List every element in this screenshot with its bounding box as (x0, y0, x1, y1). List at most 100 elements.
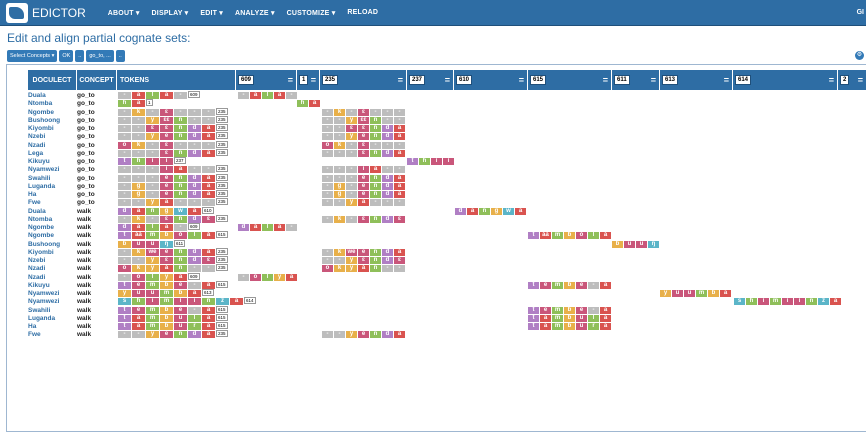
aligned-segment[interactable]: - (322, 125, 333, 132)
align-menu-icon[interactable]: = (603, 75, 608, 85)
aligned-segment[interactable]: k (334, 248, 345, 256)
token-segment[interactable]: ɛ (146, 125, 159, 132)
aligned-segment[interactable]: - (322, 108, 333, 116)
token-segment[interactable]: - (202, 265, 215, 273)
aligned-segment[interactable]: - (382, 265, 393, 273)
token-segment[interactable]: d (188, 191, 201, 198)
aligned-segment[interactable]: - (370, 108, 381, 116)
aligned-segment[interactable]: - (346, 215, 357, 223)
token-segment[interactable]: l (146, 92, 159, 99)
token-segment[interactable]: s (118, 298, 131, 306)
aligned-segment[interactable]: - (346, 166, 357, 174)
token-segment[interactable]: t (118, 232, 131, 240)
token-segment[interactable]: o (118, 265, 131, 273)
doculect-cell[interactable]: Nyamwezi (28, 298, 59, 305)
aligned-segment[interactable]: i (758, 298, 769, 306)
previous-button[interactable]: .. (75, 50, 85, 62)
aligned-segment[interactable]: ò (576, 232, 587, 240)
aligned-segment[interactable]: b (564, 323, 575, 330)
token-segment[interactable]: d (118, 224, 131, 231)
token-segment[interactable]: a (160, 224, 173, 231)
aligned-segment[interactable]: e (540, 281, 551, 289)
token-segment[interactable]: b (160, 323, 173, 330)
token-segment[interactable]: m (146, 314, 159, 322)
token-segment[interactable]: - (188, 265, 201, 273)
token-segment[interactable]: i (160, 158, 173, 165)
token-segment[interactable]: e (160, 331, 173, 339)
menu-gi[interactable]: GI (857, 9, 864, 16)
token-segment[interactable]: ɛ (160, 257, 173, 264)
doculect-cell[interactable]: Kikuyu (28, 282, 50, 289)
aligned-segment[interactable]: - (346, 174, 357, 182)
token-segment[interactable]: a (188, 207, 201, 215)
token-segment[interactable]: a (202, 191, 215, 198)
token-segment[interactable]: - (174, 199, 187, 207)
token-segment[interactable]: ɛɛ (160, 116, 173, 124)
token-segment[interactable]: ɛ (160, 141, 173, 149)
token-segment[interactable]: n (174, 257, 187, 264)
token-segment[interactable]: a (202, 125, 215, 132)
aligned-segment[interactable]: n (370, 215, 381, 223)
token-segment[interactable]: d (118, 207, 131, 215)
token-segment[interactable]: a (202, 248, 215, 256)
aligned-segment[interactable]: u (576, 323, 587, 330)
aligned-segment[interactable]: b (564, 232, 575, 240)
aligned-segment[interactable]: ɛ (358, 125, 369, 132)
doculect-cell[interactable]: Ngombe (28, 224, 54, 231)
aligned-segment[interactable]: g (491, 207, 502, 215)
token-segment[interactable]: ɛ (160, 149, 173, 157)
token-segment[interactable]: n (174, 248, 187, 256)
doculect-cell[interactable]: Swahili (28, 175, 50, 182)
aligned-segment[interactable]: t (528, 306, 539, 314)
align-menu-icon[interactable]: = (311, 75, 316, 85)
token-segment[interactable]: - (188, 141, 201, 149)
doculect-cell[interactable]: Ngombe (28, 232, 54, 239)
cogset-header-611[interactable]: 611 = (612, 70, 659, 90)
aligned-segment[interactable]: a (394, 331, 405, 339)
concept-selector[interactable]: go_to, ... (86, 50, 114, 62)
token-segment[interactable]: i (188, 298, 201, 306)
token-segment[interactable]: a (132, 207, 145, 215)
aligned-segment[interactable]: t (528, 281, 539, 289)
doculect-cell[interactable]: Bushoong (28, 117, 60, 124)
token-segment[interactable]: n (146, 207, 159, 215)
aligned-segment[interactable]: b (708, 290, 719, 297)
aligned-segment[interactable]: d (382, 331, 393, 339)
token-segment[interactable]: u (132, 240, 145, 248)
aligned-segment[interactable]: - (322, 191, 333, 198)
aligned-segment[interactable]: z (818, 298, 829, 306)
align-menu-icon[interactable]: = (519, 75, 524, 85)
token-segment[interactable]: - (146, 174, 159, 182)
token-segment[interactable]: b (160, 314, 173, 322)
token-segment[interactable]: a (202, 149, 215, 157)
token-segment[interactable]: m (146, 232, 159, 240)
token-segment[interactable]: a (202, 182, 215, 190)
aligned-segment[interactable]: u (624, 240, 635, 248)
token-segment[interactable]: - (118, 133, 131, 141)
token-segment[interactable]: - (118, 215, 131, 223)
token-segment[interactable]: à (202, 232, 215, 240)
token-segment[interactable]: we (146, 248, 159, 256)
token-segment[interactable]: e (174, 281, 187, 289)
token-segment[interactable]: - (118, 174, 131, 182)
aligned-segment[interactable]: a (394, 248, 405, 256)
token-segment[interactable]: a (132, 314, 145, 322)
aligned-segment[interactable]: t (528, 314, 539, 322)
aligned-segment[interactable]: - (334, 166, 345, 174)
ok-button[interactable]: OK (59, 50, 74, 62)
token-segment[interactable]: á (160, 265, 173, 273)
aligned-segment[interactable]: - (322, 248, 333, 256)
token-segment[interactable]: - (188, 166, 201, 174)
token-segment[interactable]: - (174, 141, 187, 149)
aligned-segment[interactable]: t (407, 158, 418, 165)
aligned-segment[interactable]: - (334, 331, 345, 339)
token-segment[interactable]: k (132, 215, 145, 223)
aligned-segment[interactable]: e (540, 306, 551, 314)
align-menu-icon[interactable]: = (398, 75, 403, 85)
token-segment[interactable]: o (132, 273, 145, 281)
aligned-segment[interactable]: - (334, 149, 345, 157)
settings-icon[interactable]: ⚙ (855, 51, 864, 60)
token-segment[interactable]: g (160, 207, 173, 215)
doculect-cell[interactable]: Kiyombi (28, 249, 54, 256)
aligned-segment[interactable]: a (250, 224, 261, 231)
